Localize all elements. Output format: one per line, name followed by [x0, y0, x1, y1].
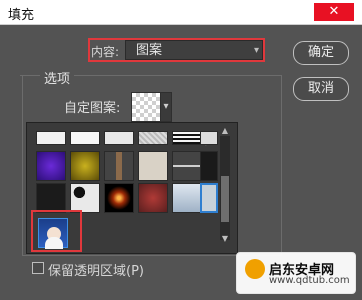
pattern-thumb[interactable]	[172, 183, 202, 213]
pattern-dropdown-button[interactable]: ▾	[160, 92, 172, 122]
pattern-thumb[interactable]	[104, 151, 134, 181]
preserve-transparency-checkbox[interactable]	[32, 262, 44, 274]
brand-url: www.qdtub.com	[269, 275, 350, 286]
custom-pattern-label: 自定图案:	[64, 101, 121, 116]
pattern-thumb[interactable]	[172, 151, 202, 181]
pattern-thumb-selected[interactable]	[200, 183, 218, 213]
pattern-thumb[interactable]	[104, 183, 134, 213]
pattern-thumb[interactable]	[36, 151, 66, 181]
close-button[interactable]: ✕	[314, 3, 354, 21]
pattern-thumb[interactable]	[200, 131, 218, 145]
chevron-down-icon: ▾	[163, 101, 169, 112]
scroll-down-icon[interactable]: ▼	[220, 234, 230, 244]
title-bar: 填充 ✕	[0, 0, 362, 25]
highlight-box-pattern	[31, 210, 82, 252]
cancel-button[interactable]: 取消	[293, 77, 349, 101]
pattern-swatch[interactable]	[131, 92, 161, 122]
pattern-thumb[interactable]	[70, 151, 100, 181]
pattern-thumb[interactable]	[70, 183, 100, 213]
scroll-up-icon[interactable]: ▲	[220, 126, 230, 136]
pattern-thumb[interactable]	[138, 131, 168, 145]
highlight-box-content	[88, 38, 265, 62]
logo-mark-icon	[245, 259, 265, 279]
preserve-transparency-label: 保留透明区域(P)	[48, 264, 144, 279]
pattern-thumb[interactable]	[104, 131, 134, 145]
pattern-thumb[interactable]	[36, 131, 66, 145]
pattern-thumb[interactable]	[70, 131, 100, 145]
ok-button[interactable]: 确定	[293, 41, 349, 65]
options-label: 选项	[40, 68, 75, 87]
brand-logo: 启东安卓网 www.qdtub.com	[236, 252, 356, 294]
pattern-thumb[interactable]	[138, 183, 168, 213]
window-title: 填充	[8, 8, 35, 23]
close-icon: ✕	[328, 4, 340, 19]
scrollbar-thumb[interactable]	[221, 176, 229, 222]
pattern-thumb[interactable]	[172, 131, 202, 145]
pattern-thumb[interactable]	[200, 151, 218, 181]
pattern-thumb[interactable]	[138, 151, 168, 181]
pattern-thumb[interactable]	[36, 183, 66, 213]
